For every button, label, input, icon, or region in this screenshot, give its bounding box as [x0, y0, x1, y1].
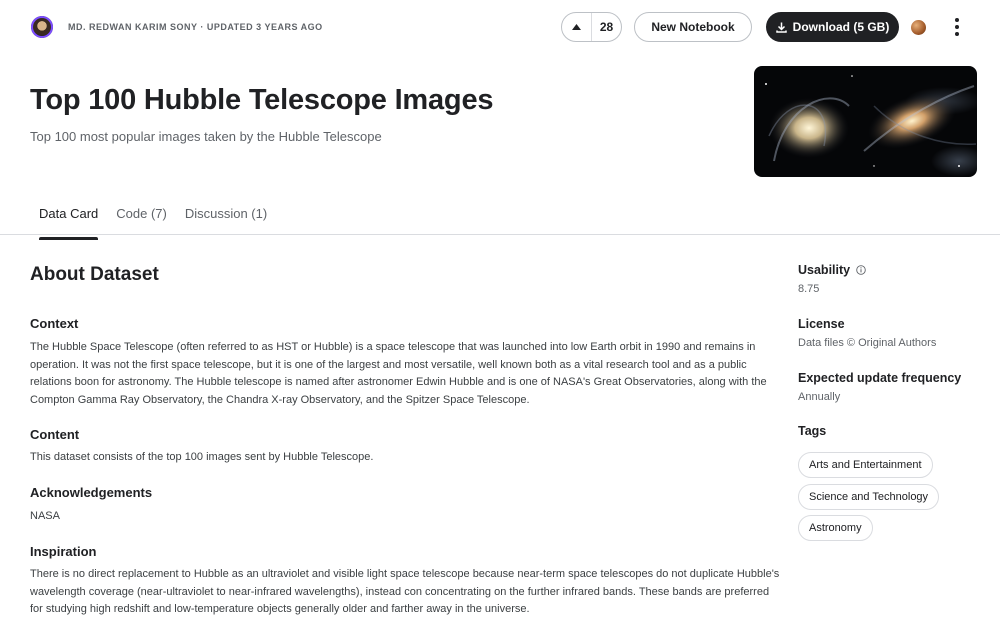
usability-label-text: Usability — [798, 263, 851, 277]
tag-astronomy[interactable]: Astronomy — [798, 515, 873, 541]
usability-label: Usability — [798, 263, 866, 277]
download-icon — [775, 22, 787, 33]
upvote-arrow-icon[interactable] — [562, 13, 592, 41]
context-text: The Hubble Space Telescope (often referr… — [30, 341, 767, 406]
download-label: Download (5 GB) — [792, 20, 890, 34]
acknowledgements-heading: Acknowledgements — [30, 485, 153, 500]
license-label: License — [798, 317, 845, 331]
inspiration-text: There is no direct replacement to Hubble… — [30, 568, 780, 615]
inspiration-heading: Inspiration — [30, 544, 97, 559]
tags-label: Tags — [798, 424, 827, 438]
author-avatar[interactable] — [31, 16, 53, 38]
tag-science-and-technology[interactable]: Science and Technology — [798, 484, 940, 510]
upvote-control[interactable]: 28 — [561, 12, 622, 42]
acknowledgements-text: NASA — [30, 510, 60, 522]
new-notebook-button[interactable]: New Notebook — [634, 12, 752, 42]
tabs-divider — [0, 234, 1000, 235]
dataset-title: Top 100 Hubble Telescope Images — [30, 84, 494, 116]
content-heading: Content — [30, 427, 80, 442]
license-value: Data files © Original Authors — [798, 337, 937, 349]
download-button[interactable]: Download (5 GB) — [766, 12, 899, 42]
user-profile-icon[interactable] — [911, 20, 926, 35]
more-vertical-icon[interactable] — [948, 16, 966, 38]
tag-arts-and-entertainment[interactable]: Arts and Entertainment — [798, 452, 933, 478]
content-text: This dataset consists of the top 100 ima… — [30, 451, 374, 463]
upvote-count: 28 — [599, 20, 614, 34]
dataset-subtitle: Top 100 most popular images taken by the… — [30, 129, 382, 144]
update-frequency-value: Annually — [798, 391, 841, 403]
context-heading: Context — [30, 316, 79, 331]
about-heading: About Dataset — [30, 264, 159, 285]
dataset-cover-image — [754, 66, 977, 177]
info-icon[interactable] — [856, 265, 866, 275]
author-byline: MD. REDWAN KARIM SONY · UPDATED 3 YEARS … — [68, 22, 323, 32]
usability-value: 8.75 — [798, 283, 820, 295]
update-frequency-label: Expected update frequency — [798, 371, 962, 385]
